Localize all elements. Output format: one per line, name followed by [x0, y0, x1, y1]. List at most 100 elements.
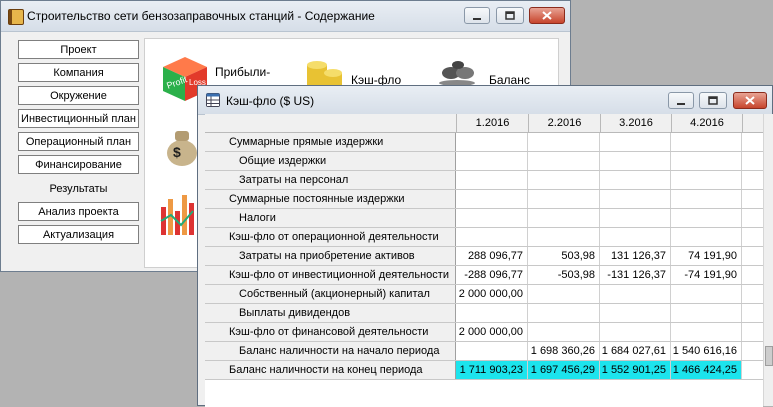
nav-investment-plan[interactable]: Инвестиционный план: [18, 109, 139, 128]
table-cell[interactable]: [671, 133, 742, 151]
column-header[interactable]: 1.2016: [456, 114, 528, 132]
table-cell[interactable]: [456, 152, 528, 170]
nav-project-analysis[interactable]: Анализ проекта: [18, 202, 139, 221]
nav-financing[interactable]: Финансирование: [18, 155, 139, 174]
table-cell[interactable]: 1 466 424,25: [671, 361, 742, 379]
table-row[interactable]: Суммарные прямые издержки: [205, 133, 763, 152]
table-cell[interactable]: [600, 190, 671, 208]
row-label: Собственный (акционерный) капитал: [205, 285, 456, 303]
table-cell[interactable]: 131 126,37: [600, 247, 671, 265]
table-cell[interactable]: [671, 304, 742, 322]
table-cell[interactable]: [528, 152, 600, 170]
table-cell[interactable]: -288 096,77: [456, 266, 528, 284]
table-cell[interactable]: 1 684 027,61: [600, 342, 671, 360]
cashflow-grid[interactable]: 1.2016 2.2016 3.2016 4.2016 Суммарные пр…: [205, 114, 763, 407]
table-cell[interactable]: [600, 152, 671, 170]
table-cell[interactable]: -131 126,37: [600, 266, 671, 284]
table-cell[interactable]: [671, 152, 742, 170]
table-row[interactable]: Баланс наличности на конец периода 1 711 …: [205, 361, 763, 380]
table-row[interactable]: Налоги: [205, 209, 763, 228]
table-cell[interactable]: 2 000 000,00: [456, 323, 528, 341]
minimize-button[interactable]: [464, 7, 490, 24]
table-cell[interactable]: [671, 209, 742, 227]
table-cell[interactable]: [671, 171, 742, 189]
table-cell[interactable]: 1 698 360,26: [528, 342, 600, 360]
column-header[interactable]: 3.2016: [600, 114, 671, 132]
table-row[interactable]: Суммарные постоянные издержки: [205, 190, 763, 209]
cashflow-window-titlebar[interactable]: Кэш-фло ($ US): [198, 86, 772, 115]
feature-profit-loss-label[interactable]: Прибыли-: [215, 65, 270, 79]
table-cell[interactable]: [600, 323, 671, 341]
table-cell[interactable]: 1 552 901,25: [600, 361, 671, 379]
table-cell[interactable]: 74 191,90: [671, 247, 742, 265]
table-row[interactable]: Общие издержки: [205, 152, 763, 171]
table-cell[interactable]: [528, 304, 600, 322]
table-cell[interactable]: 1 697 456,29: [528, 361, 600, 379]
table-cell[interactable]: [528, 171, 600, 189]
table-cell[interactable]: [528, 228, 600, 246]
table-cell[interactable]: [456, 190, 528, 208]
table-cell[interactable]: [456, 133, 528, 151]
table-cell[interactable]: [600, 133, 671, 151]
table-cell[interactable]: 1 540 616,16: [671, 342, 742, 360]
table-cell[interactable]: [456, 171, 528, 189]
table-cell[interactable]: [600, 209, 671, 227]
table-cell[interactable]: [528, 190, 600, 208]
table-cell[interactable]: [671, 285, 742, 303]
row-label: Кэш-фло от операционной деятельности: [205, 228, 456, 246]
table-row[interactable]: Затраты на приобретение активов 288 096,7…: [205, 247, 763, 266]
table-cell[interactable]: [456, 209, 528, 227]
table-row[interactable]: Баланс наличности на начало периода 1 698…: [205, 342, 763, 361]
bar-chart-icon[interactable]: [159, 191, 199, 237]
table-cell[interactable]: [528, 323, 600, 341]
table-cell[interactable]: 1 711 903,23: [456, 361, 528, 379]
nav-project[interactable]: Проект: [18, 40, 139, 59]
table-row[interactable]: Затраты на персонал: [205, 171, 763, 190]
nav-environment[interactable]: Окружение: [18, 86, 139, 105]
table-cell[interactable]: [456, 304, 528, 322]
vertical-scrollbar[interactable]: [763, 114, 773, 406]
table-row[interactable]: Собственный (акционерный) капитал 2 000 0…: [205, 285, 763, 304]
column-header[interactable]: 2.2016: [528, 114, 600, 132]
table-cell[interactable]: [456, 228, 528, 246]
cashflow-close-button[interactable]: [733, 92, 767, 109]
table-row[interactable]: Кэш-фло от финансовой деятельности 2 000 …: [205, 323, 763, 342]
table-cell[interactable]: [528, 285, 600, 303]
table-cell[interactable]: [528, 209, 600, 227]
table-cell[interactable]: [671, 190, 742, 208]
table-cell[interactable]: [600, 304, 671, 322]
close-button[interactable]: [529, 7, 565, 24]
table-cell[interactable]: -503,98: [528, 266, 600, 284]
table-cell[interactable]: [600, 285, 671, 303]
table-cell[interactable]: 288 096,77: [456, 247, 528, 265]
table-cell[interactable]: 503,98: [528, 247, 600, 265]
table-cell[interactable]: [456, 342, 528, 360]
cashflow-window-title: Кэш-фло ($ US): [226, 94, 315, 108]
money-bag-icon[interactable]: $: [165, 127, 199, 167]
row-label: Кэш-фло от инвестиционной деятельности: [205, 266, 456, 284]
scrollbar-thumb[interactable]: [765, 346, 773, 366]
nav-results[interactable]: Результаты: [18, 179, 139, 198]
cashflow-minimize-button[interactable]: [668, 92, 694, 109]
cashflow-maximize-button[interactable]: [699, 92, 727, 109]
nav-company[interactable]: Компания: [18, 63, 139, 82]
nav-update[interactable]: Актуализация: [18, 225, 139, 244]
main-window-title: Строительство сети бензозаправочных стан…: [27, 9, 375, 23]
table-cell[interactable]: [600, 228, 671, 246]
table-cell[interactable]: [600, 171, 671, 189]
table-cell[interactable]: [528, 133, 600, 151]
column-header[interactable]: 4.2016: [671, 114, 742, 132]
main-window-titlebar[interactable]: Строительство сети бензозаправочных стан…: [1, 1, 570, 32]
nav-operational-plan[interactable]: Операционный план: [18, 132, 139, 151]
table-row[interactable]: Кэш-фло от инвестиционной деятельности -2…: [205, 266, 763, 285]
table-row[interactable]: Выплаты дивидендов: [205, 304, 763, 323]
minimize-icon: [677, 102, 685, 105]
balance-stones-icon[interactable]: [429, 59, 485, 87]
maximize-icon: [505, 11, 515, 20]
table-cell[interactable]: [671, 323, 742, 341]
table-cell[interactable]: -74 191,90: [671, 266, 742, 284]
table-cell[interactable]: 2 000 000,00: [456, 285, 528, 303]
table-cell[interactable]: [671, 228, 742, 246]
maximize-button[interactable]: [496, 7, 524, 24]
table-row[interactable]: Кэш-фло от операционной деятельности: [205, 228, 763, 247]
